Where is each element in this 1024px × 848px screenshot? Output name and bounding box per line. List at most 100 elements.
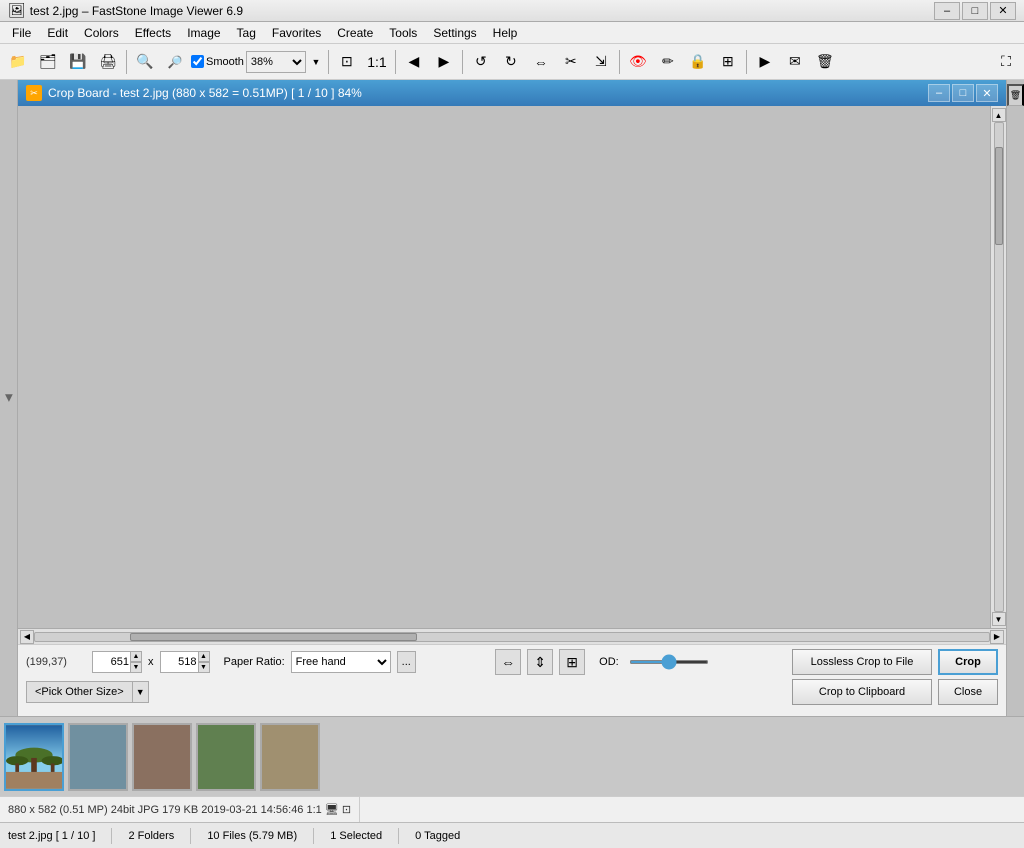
crop-minimize[interactable]: – [928, 84, 950, 102]
tb-resize[interactable]: ⇲ [587, 48, 615, 76]
tb-compare[interactable]: ⊞ [714, 48, 742, 76]
folders-info: 2 Folders [128, 830, 174, 842]
width-down[interactable]: ▼ [130, 662, 142, 673]
tb-browse[interactable]: 🗂 [34, 48, 62, 76]
lossless-crop-button[interactable]: Lossless Crop to File [792, 649, 932, 675]
scroll-up[interactable]: ▲ [992, 108, 1006, 122]
grid-button[interactable]: ⊞ [559, 649, 585, 675]
paper-ratio-label: Paper Ratio: [224, 656, 285, 668]
thumbnail-5[interactable] [260, 723, 320, 791]
fit-icon[interactable]: ⊡ [342, 803, 351, 816]
tb-save[interactable]: 💾 [64, 48, 92, 76]
crop-board-icon: ✂ [26, 85, 42, 101]
info-bar: test 2.jpg [ 1 / 10 ] 2 Folders 10 Files… [0, 822, 1024, 848]
crop-button[interactable]: Crop [938, 649, 998, 675]
tb-prev[interactable]: ◀ [400, 48, 428, 76]
smooth-checkbox[interactable] [191, 55, 204, 68]
x-separator: x [148, 656, 154, 668]
tb-next[interactable]: ▶ [430, 48, 458, 76]
scroll-down[interactable]: ▼ [992, 612, 1006, 626]
v-scroll-thumb[interactable] [995, 147, 1003, 245]
more-options-button[interactable]: ... [397, 651, 416, 673]
menu-settings[interactable]: Settings [425, 24, 484, 42]
right-panel: 🗑 [1006, 80, 1024, 716]
info-sep4 [398, 828, 399, 844]
horizontal-scrollbar[interactable]: ◀ ▶ [18, 628, 1006, 644]
tb-fit[interactable]: ⊡ [333, 48, 361, 76]
crop-close[interactable]: ✕ [976, 84, 998, 102]
tb-zoom-out[interactable]: 🔎 [161, 48, 189, 76]
thumbnail-3[interactable] [132, 723, 192, 791]
tb-draw[interactable]: ✏ [654, 48, 682, 76]
menu-image[interactable]: Image [179, 24, 228, 42]
menu-help[interactable]: Help [485, 24, 526, 42]
status-dimensions: 880 x 582 (0.51 MP) 24bit JPG 179 KB 201… [8, 797, 360, 822]
tb-red-eye[interactable]: 👁 [624, 48, 652, 76]
tb-slideshow[interactable]: ▶ [751, 48, 779, 76]
menu-effects[interactable]: Effects [127, 24, 179, 42]
menu-create[interactable]: Create [329, 24, 381, 42]
thumbnail-1[interactable] [4, 723, 64, 791]
menu-favorites[interactable]: Favorites [264, 24, 329, 42]
pick-size-dropdown-btn[interactable]: ▼ [133, 681, 149, 703]
height-down[interactable]: ▼ [198, 662, 210, 673]
tb-rotate-l[interactable]: ↺ [467, 48, 495, 76]
h-scroll-thumb[interactable] [130, 633, 416, 641]
width-up[interactable]: ▲ [130, 651, 142, 662]
width-spinners: ▲ ▼ [130, 651, 142, 673]
menu-tag[interactable]: Tag [229, 24, 264, 42]
sep2 [328, 50, 329, 74]
left-strip-text: ◀ [3, 394, 14, 402]
crop-window: ✂ Crop Board - test 2.jpg (880 x 582 = 0… [18, 80, 1006, 716]
right-panel-btn[interactable]: 🗑 [1007, 84, 1024, 106]
paper-ratio-select[interactable]: Free hand 1:1 4:3 16:9 3:2 [291, 651, 391, 673]
tb-actual[interactable]: 1:1 [363, 48, 391, 76]
format-text: JPG [138, 804, 159, 816]
tb-zoom-in[interactable]: 🔍 [131, 48, 159, 76]
crop-clipboard-button[interactable]: Crop to Clipboard [792, 679, 932, 705]
scroll-right[interactable]: ▶ [990, 630, 1004, 644]
flip-v-button[interactable]: ⇕ [527, 649, 553, 675]
tb-zoom-dropdown[interactable]: ▼ [308, 48, 324, 76]
app-icon: 🖼 [8, 2, 26, 19]
menu-edit[interactable]: Edit [39, 24, 76, 42]
flip-h-button[interactable]: ⇔ [495, 649, 521, 675]
tb-print[interactable]: 🖨 [94, 48, 122, 76]
tb-flip-h[interactable]: ⇔ [527, 48, 555, 76]
thumbnail-4[interactable] [196, 723, 256, 791]
close-crop-button[interactable]: Close [938, 679, 998, 705]
tb-delete[interactable]: 🗑 [811, 48, 839, 76]
vertical-scrollbar[interactable]: ▲ ▼ [990, 106, 1006, 628]
height-up[interactable]: ▲ [198, 651, 210, 662]
pick-size-button[interactable]: <Pick Other Size> [26, 681, 133, 703]
od-slider[interactable] [629, 660, 709, 664]
tb-email[interactable]: ✉ [781, 48, 809, 76]
menu-colors[interactable]: Colors [76, 24, 127, 42]
filename-info: test 2.jpg [ 1 / 10 ] [8, 830, 95, 842]
minimize-button[interactable]: – [934, 2, 960, 20]
menu-tools[interactable]: Tools [381, 24, 425, 42]
thumbnail-2[interactable] [68, 723, 128, 791]
monitor-icon[interactable]: 🖥 [325, 803, 339, 816]
close-button[interactable]: ✕ [990, 2, 1016, 20]
v-scroll-track[interactable] [994, 122, 1004, 612]
h-scroll-track[interactable] [34, 632, 990, 642]
menu-file[interactable]: File [4, 24, 39, 42]
sep4 [462, 50, 463, 74]
sep1 [126, 50, 127, 74]
info-sep3 [313, 828, 314, 844]
zoom-select[interactable]: 38% 50% 75% 100% [246, 51, 306, 73]
tb-open[interactable]: 📁 [4, 48, 32, 76]
maximize-button[interactable]: □ [962, 2, 988, 20]
crop-maximize[interactable]: □ [952, 84, 974, 102]
tb-fullscreen[interactable]: ⛶ [992, 48, 1020, 76]
scroll-left[interactable]: ◀ [20, 630, 34, 644]
status-bar: 880 x 582 (0.51 MP) 24bit JPG 179 KB 201… [0, 796, 1024, 822]
title-bar: 🖼 test 2.jpg – FastStone Image Viewer 6.… [0, 0, 1024, 22]
tb-crop[interactable]: ✂ [557, 48, 585, 76]
info-sep1 [111, 828, 112, 844]
pick-size-control: <Pick Other Size> ▼ [26, 681, 149, 703]
tb-rotate-r[interactable]: ↻ [497, 48, 525, 76]
tb-watermark[interactable]: 🔒 [684, 48, 712, 76]
sep6 [746, 50, 747, 74]
